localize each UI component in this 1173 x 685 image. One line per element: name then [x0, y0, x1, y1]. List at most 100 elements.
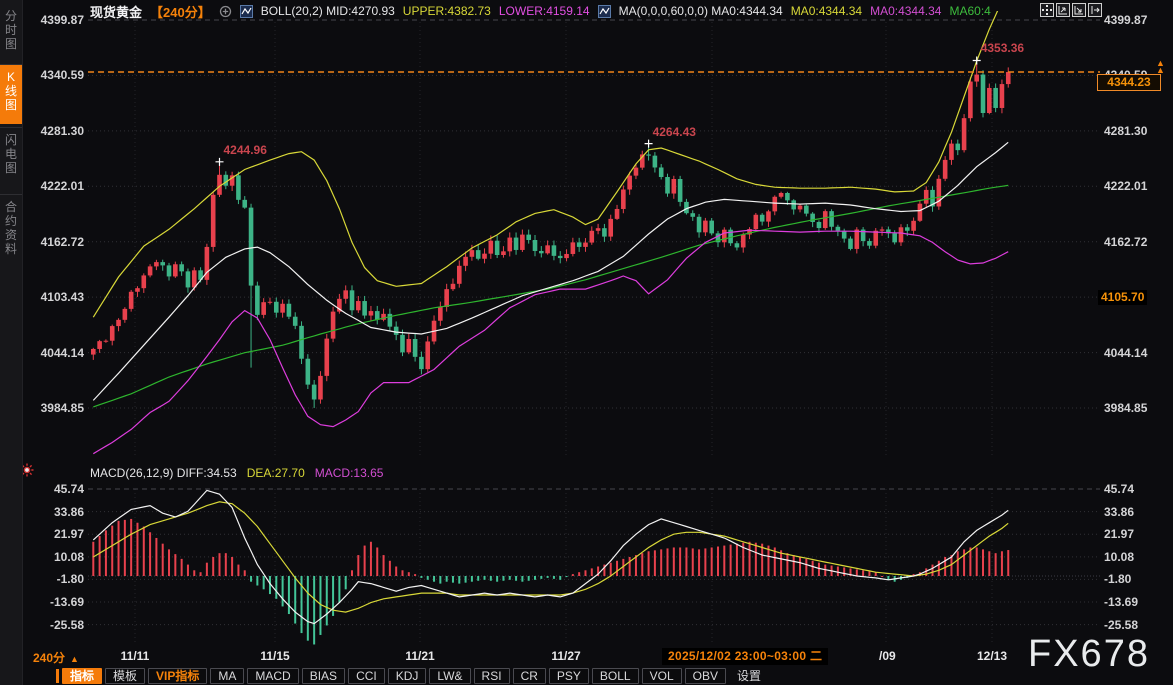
tab-label-char: K: [7, 70, 15, 84]
toolbar-button-kdj[interactable]: KDJ: [388, 668, 427, 684]
sidebar-tab-2[interactable]: K线图: [0, 64, 22, 124]
chart-control-icons: [1040, 3, 1102, 17]
ma-values: MA(0,0,0,60,0,0) MA0:4344.34 MA0:4344.34 M…: [619, 4, 991, 18]
macd-axis-label: 45.74: [1104, 482, 1164, 496]
macd-axis-label: 10.08: [1104, 550, 1164, 564]
ma-value: MA0:4344.34: [870, 4, 941, 18]
toolbar-button-指标[interactable]: 指标: [62, 668, 102, 684]
price-up-arrows-icon: ▲▲: [1156, 60, 1165, 74]
tab-label-char: 图: [5, 37, 17, 51]
price-axis-label: 4399.87: [24, 13, 84, 27]
tab-label-char: 约: [5, 214, 17, 228]
tab-label-char: 资: [5, 228, 17, 242]
sidebar-tab-3[interactable]: 闪电图: [0, 127, 22, 191]
price-axis-label: 4340.59: [24, 68, 84, 82]
ma-value: MA0:4344.34: [791, 4, 862, 18]
tab-label-char: 时: [5, 23, 17, 37]
chevron-up-icon: ▲: [70, 654, 79, 664]
tab-label-char: 线: [5, 84, 17, 98]
macd-value: DEA:27.70: [247, 466, 305, 480]
toolbar-button-cci[interactable]: CCI: [348, 668, 385, 684]
toolbar-button-macd[interactable]: MACD: [247, 668, 298, 684]
boll-values: BOLL(20,2) MID:4270.93 UPPER:4382.73 LOWER…: [261, 4, 590, 18]
macd-axis-label: -25.58: [24, 618, 84, 632]
date-label: 11/21: [405, 649, 434, 663]
price-axis-label: 4281.30: [1104, 124, 1164, 138]
macd-axis-label: 10.08: [24, 550, 84, 564]
swing-high-label: 4264.43: [653, 125, 696, 139]
price-axis-label: 4399.87: [1104, 13, 1164, 27]
price-axis-label: 4044.14: [24, 346, 84, 360]
axis-zoom-right-icon[interactable]: [1072, 3, 1086, 17]
toolbar-button-lw&[interactable]: LW&: [429, 668, 470, 684]
crosshair-date-tooltip: 2025/12/02 23:00~03:00 二: [662, 648, 828, 665]
period-selector[interactable]: 240分▲: [33, 649, 79, 666]
macd-axis-label: 45.74: [24, 482, 84, 496]
watermark: FX678: [1028, 633, 1150, 676]
swing-high-label: 4244.96: [224, 143, 267, 157]
boll-value: BOLL(20,2) MID:4270.93: [261, 4, 395, 18]
tab-label-char: 图: [5, 98, 17, 112]
topbar: 现货黄金 【240分】 BOLL(20,2) MID:4270.93 UPPER:…: [90, 2, 991, 20]
date-label: 11/11: [121, 649, 150, 663]
shift-right-icon[interactable]: [1088, 3, 1102, 17]
date-label: 11/27: [551, 649, 580, 663]
price-axis-label: 3984.85: [1104, 401, 1164, 415]
toolbar-handle[interactable]: [56, 669, 59, 683]
price-axis-label: 4222.01: [1104, 179, 1164, 193]
price-axis-label: 4103.43: [24, 290, 84, 304]
toolbar-button-psy[interactable]: PSY: [549, 668, 589, 684]
toolbar-button-ma[interactable]: MA: [210, 668, 244, 684]
tab-label-char: 闪: [5, 133, 17, 147]
tab-label-char: 图: [5, 161, 17, 175]
sidebar-tab-4[interactable]: 合约资料: [0, 194, 22, 272]
boll-value: LOWER:4159.14: [499, 4, 590, 18]
macd-value: MACD:13.65: [315, 466, 384, 480]
toolbar-button-bias[interactable]: BIAS: [302, 668, 345, 684]
boll-value: UPPER:4382.73: [403, 4, 491, 18]
symbol-name: 现货黄金: [90, 2, 142, 21]
toolbar-button-vol[interactable]: VOL: [642, 668, 682, 684]
price-axis-label: 4222.01: [24, 179, 84, 193]
axis-zoom-up-icon[interactable]: [1056, 3, 1070, 17]
candlestick-chart: [0, 0, 1173, 685]
indicator-toolbar: 指标模板VIP指标MAMACDBIASCCIKDJLW&RSICRPSYBOLL…: [62, 668, 769, 684]
sidebar-tab-1[interactable]: 分时图: [0, 4, 22, 62]
toolbar-button-模板[interactable]: 模板: [105, 668, 145, 684]
price-axis-label: 4162.72: [1104, 235, 1164, 249]
toolbar-button-vip指标[interactable]: VIP指标: [148, 668, 207, 684]
ma-indicator-icon[interactable]: [598, 5, 611, 18]
price-axis-label: 4044.14: [1104, 346, 1164, 360]
tab-label-char: 料: [5, 242, 17, 256]
toolbar-button-rsi[interactable]: RSI: [474, 668, 510, 684]
date-axis: 240分▲ 2025/12/02 23:00~03:00 二 11/11 11/1…: [0, 648, 1173, 666]
ma-value: MA(0,0,0,60,0,0) MA0:4344.34: [619, 4, 783, 18]
toolbar-button-cr[interactable]: CR: [513, 668, 546, 684]
kline-chart-app: 现货黄金 【240分】 BOLL(20,2) MID:4270.93 UPPER:…: [0, 0, 1173, 685]
macd-axis-label: -13.69: [24, 595, 84, 609]
macd-axis-label: 33.86: [1104, 505, 1164, 519]
macd-axis-label: 33.86: [24, 505, 84, 519]
macd-axis-label: -13.69: [1104, 595, 1164, 609]
pan-move-icon[interactable]: [1040, 3, 1054, 17]
date-label: 11/15: [260, 649, 289, 663]
toolbar-button-设置[interactable]: 设置: [729, 668, 769, 684]
boll-indicator-icon[interactable]: [240, 5, 253, 18]
price-axis-label: 3984.85: [24, 401, 84, 415]
period-badge[interactable]: 【240分】: [150, 2, 211, 21]
circle-plus-icon[interactable]: [219, 5, 232, 18]
macd-axis-label: -1.80: [24, 572, 84, 586]
price-axis-label: 4162.72: [24, 235, 84, 249]
macd-axis-label: -25.58: [1104, 618, 1164, 632]
toolbar-button-boll[interactable]: BOLL: [592, 668, 639, 684]
macd-axis-label: 21.97: [24, 527, 84, 541]
date-label: 12/13: [977, 649, 1007, 663]
swing-high-label: 4353.36: [981, 41, 1024, 55]
macd-axis-label: -1.80: [1104, 572, 1164, 586]
sidebar: 分时图K线图闪电图合约资料: [0, 0, 23, 685]
date-label: /09: [879, 649, 896, 663]
price-axis-label: 4281.30: [24, 124, 84, 138]
macd-indicator-label: MACD(26,12,9) DIFF:34.53DEA:27.70MACD:13…: [90, 466, 383, 480]
toolbar-button-obv[interactable]: OBV: [685, 668, 726, 684]
tab-label-char: 合: [5, 200, 17, 214]
